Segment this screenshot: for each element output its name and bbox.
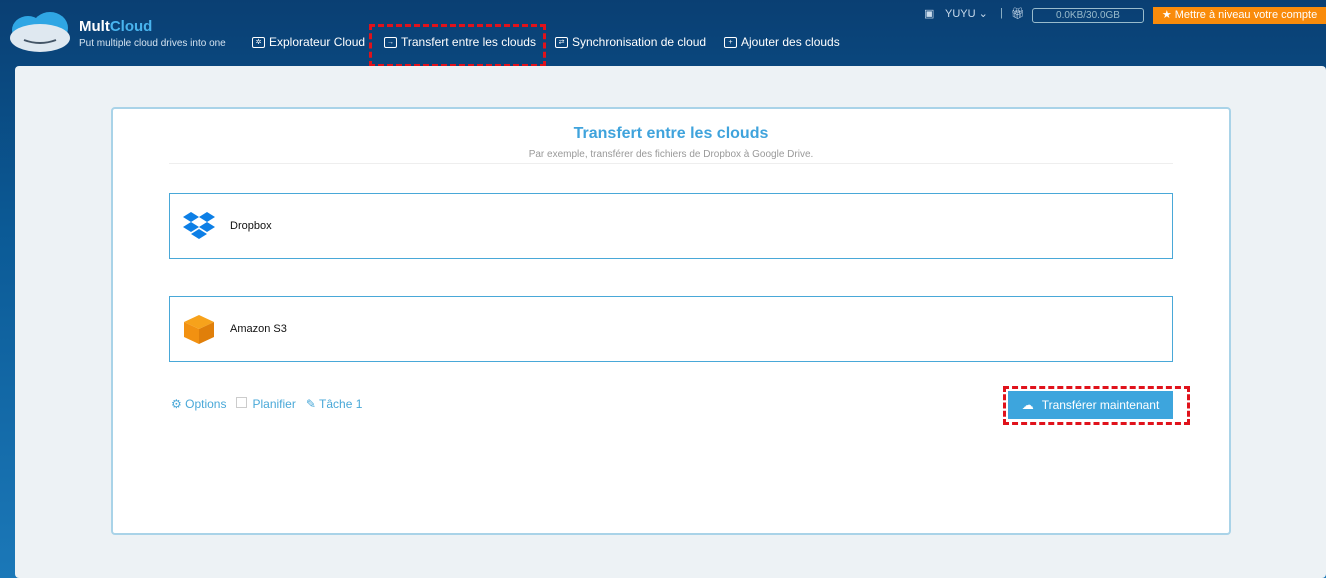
user-menu[interactable]: YUYU ⌄: [945, 7, 988, 20]
target-cloud-selector[interactable]: Amazon S3: [169, 296, 1173, 362]
task-name-edit[interactable]: ✎ Tâche 1: [306, 397, 363, 411]
options-link[interactable]: ⚙ Options: [171, 397, 226, 411]
schedule-checkbox[interactable]: Planifier: [236, 397, 296, 411]
nav-label: Synchronisation de cloud: [572, 35, 707, 49]
page-title: Transfert entre les clouds: [573, 125, 769, 142]
top-bar: MultCloud Put multiple cloud drives into…: [0, 0, 1326, 67]
username: YUYU: [945, 8, 976, 20]
multcloud-logo-icon: [10, 12, 70, 52]
transfer-card: Transfert entre les clouds Par exemple, …: [111, 107, 1231, 535]
highlight-box: [1003, 386, 1190, 425]
add-folder-icon: +: [724, 36, 737, 48]
tagline: Put multiple cloud drives into one: [79, 38, 226, 49]
amazon-s3-icon: [184, 315, 214, 344]
task-label: Tâche 1: [319, 397, 363, 411]
upgrade-button[interactable]: ★ Mettre à niveau votre compte: [1153, 7, 1326, 24]
source-cloud-selector[interactable]: Dropbox: [169, 193, 1173, 259]
source-cloud-name: Dropbox: [230, 220, 272, 232]
dropbox-icon: [183, 212, 215, 239]
divider: [169, 163, 1173, 164]
options-label: Options: [185, 397, 227, 411]
edit-icon: ✎: [305, 397, 316, 411]
divider: |: [1000, 7, 1003, 19]
nav-add-cloud[interactable]: + Ajouter des clouds: [724, 35, 840, 49]
chevron-down-icon: ⌄: [978, 8, 988, 20]
nav-label: Explorateur Cloud: [269, 35, 366, 49]
activity-icon[interactable]: ▣: [924, 7, 934, 20]
checkbox-icon: [236, 397, 248, 408]
gift-icon[interactable]: 🎁︎: [1011, 7, 1025, 20]
sync-folder-icon: ⇄: [555, 36, 568, 48]
schedule-label: Planifier: [252, 397, 296, 411]
storage-quota: 0.0KB/30.0GB: [1032, 8, 1144, 23]
nav-label: Ajouter des clouds: [741, 35, 840, 49]
brand-name: MultCloud: [79, 18, 153, 35]
page-subtitle: Par exemple, transférer des fichiers de …: [528, 149, 814, 160]
gear-icon: ⚙: [171, 397, 182, 411]
folder-icon: ✲: [252, 36, 265, 48]
highlight-box: [369, 24, 546, 67]
target-cloud-name: Amazon S3: [230, 323, 287, 335]
nav-cloud-explorer[interactable]: ✲ Explorateur Cloud: [252, 35, 365, 49]
nav-cloud-sync[interactable]: ⇄ Synchronisation de cloud: [555, 35, 706, 49]
